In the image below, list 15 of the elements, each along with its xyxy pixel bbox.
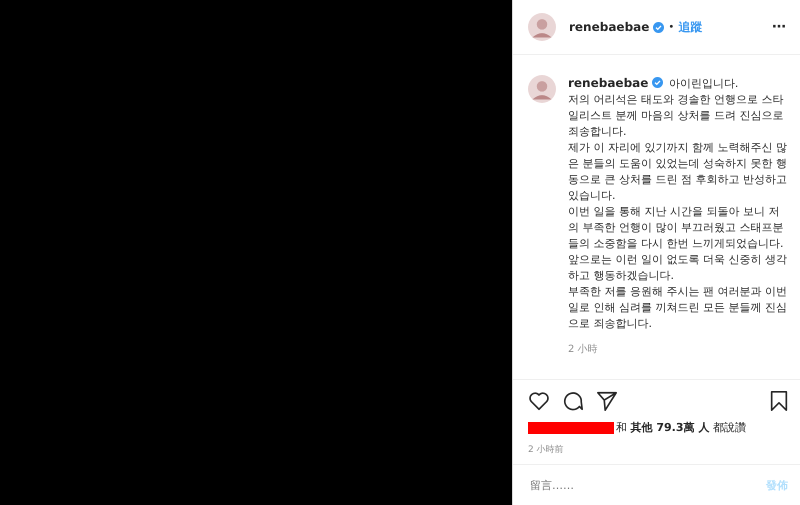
more-button[interactable]: ⋯ (772, 19, 786, 35)
username-link[interactable]: renebaebae (569, 20, 650, 34)
avatar-icon[interactable] (528, 13, 556, 41)
comment-icon[interactable] (562, 390, 584, 412)
username-link[interactable]: renebaebae (568, 76, 648, 90)
send-icon[interactable] (596, 390, 618, 412)
separator: • (668, 22, 674, 32)
heart-icon[interactable] (528, 390, 550, 412)
caption-time: 2 小時 (568, 342, 599, 356)
likes-text: 和 其他 79.3萬 人 都說讚 (616, 420, 746, 435)
post-time: 2 小時前 (527, 444, 565, 457)
caption-text: renebaebae 아이린입니다. 저의 어리석은 태도와 경솔한 언행으로 스타 일리스트 분께 마음의 상처를 드려 진심으로 죄송합니다. 제가 이 자리에 있기까지 함께 노력해주신 많 은 분들의 도움이 있었는데 성숙하지 못한 행 동으로 큰 상처를 드린 점 후회하고 반성하고 있습니다. 이번 일을 통해 지난 시간을 되돌아 보니 저 의 부족한 언행이 많이 부끄러웠고 스태프분 들의 소중함을 다시 한번 느끼게되었습니다. 앞으로는 이런 일이 없도록 더욱 신중히 생각 하고 행동하겠습니다. 부족한 저를 응원해 주시는 팬 여러분과 이번 일로 인해 심려를 끼쳐드린 모든 분들께 진심 으로 죄송합니다. (568, 75, 788, 332)
avatar-icon[interactable] (528, 75, 556, 103)
comment-field[interactable]: 留言…… (528, 478, 766, 492)
bookmark-icon[interactable] (768, 390, 790, 412)
